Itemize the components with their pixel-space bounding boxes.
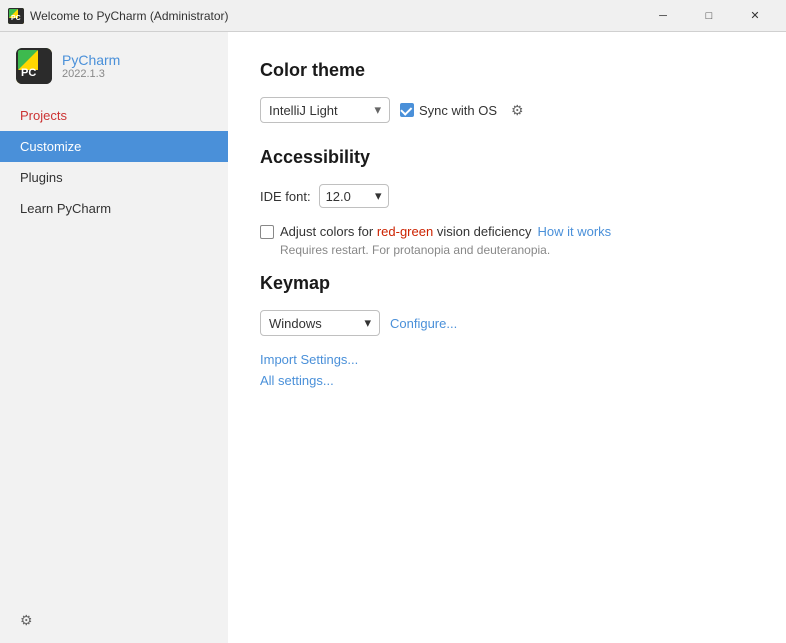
- sidebar-item-learn[interactable]: Learn PyCharm: [0, 193, 228, 224]
- color-deficiency-row: Adjust colors for red-green vision defic…: [260, 224, 754, 239]
- theme-dropdown[interactable]: IntelliJ Light ▾: [260, 97, 390, 123]
- accessibility-title: Accessibility: [260, 147, 754, 168]
- keymap-value: Windows: [269, 316, 322, 331]
- keymap-dropdown[interactable]: Windows ▾: [260, 310, 380, 336]
- theme-dropdown-arrow: ▾: [374, 102, 381, 118]
- app-version: 2022.1.3: [62, 68, 120, 80]
- app-name: PyCharm: [62, 52, 120, 68]
- color-deficiency-checkbox[interactable]: [260, 225, 274, 239]
- keymap-row: Windows ▾ Configure...: [260, 310, 754, 336]
- main-content: Color theme IntelliJ Light ▾ Sync with O…: [228, 32, 786, 643]
- svg-text:PC: PC: [11, 15, 21, 22]
- sync-label[interactable]: Sync with OS: [400, 103, 497, 118]
- all-settings-link[interactable]: All settings...: [260, 373, 754, 388]
- color-deficiency-suffix-text: vision deficiency: [433, 224, 531, 239]
- sidebar-nav: Projects Customize Plugins Learn PyCharm: [0, 100, 228, 598]
- color-deficiency-prefix: Adjust colors for: [280, 224, 377, 239]
- theme-gear-button[interactable]: ⚙: [507, 100, 528, 121]
- ide-font-label: IDE font:: [260, 189, 311, 204]
- sidebar-bottom: ⚙: [0, 598, 228, 643]
- window-controls: ─ □ ✕: [640, 0, 778, 32]
- close-button[interactable]: ✕: [732, 0, 778, 32]
- svg-text:PC: PC: [21, 67, 36, 79]
- window-title: Welcome to PyCharm (Administrator): [30, 9, 640, 23]
- sidebar-item-customize[interactable]: Customize: [0, 131, 228, 162]
- font-size-arrow: ▾: [375, 188, 382, 204]
- configure-link[interactable]: Configure...: [390, 316, 457, 331]
- how-it-works-link[interactable]: How it works: [537, 224, 611, 239]
- sidebar: PC PyCharm 2022.1.3 Projects Customize P…: [0, 32, 228, 643]
- theme-value: IntelliJ Light: [269, 103, 338, 118]
- logo-text: PyCharm 2022.1.3: [62, 52, 120, 80]
- app-icon: PC: [8, 8, 24, 24]
- keymap-arrow: ▾: [364, 315, 371, 331]
- color-deficiency-label: Adjust colors for red-green vision defic…: [280, 224, 531, 239]
- color-theme-title: Color theme: [260, 60, 754, 81]
- sidebar-item-plugins[interactable]: Plugins: [0, 162, 228, 193]
- color-deficiency-red-word: red-green: [377, 224, 433, 239]
- sync-checkbox[interactable]: [400, 103, 414, 117]
- minimize-button[interactable]: ─: [640, 0, 686, 32]
- keymap-title: Keymap: [260, 273, 754, 294]
- font-size-dropdown[interactable]: 12.0 ▾: [319, 184, 389, 208]
- sidebar-item-projects[interactable]: Projects: [0, 100, 228, 131]
- ide-font-row: IDE font: 12.0 ▾: [260, 184, 754, 208]
- title-bar: PC Welcome to PyCharm (Administrator) ─ …: [0, 0, 786, 32]
- maximize-button[interactable]: □: [686, 0, 732, 32]
- sidebar-logo: PC PyCharm 2022.1.3: [0, 40, 228, 100]
- import-settings-link[interactable]: Import Settings...: [260, 352, 754, 367]
- accessibility-hint: Requires restart. For protanopia and deu…: [280, 243, 754, 257]
- sync-label-text: Sync with OS: [419, 103, 497, 118]
- font-size-value: 12.0: [326, 189, 351, 204]
- bottom-links: Import Settings... All settings...: [260, 352, 754, 388]
- sidebar-settings-button[interactable]: ⚙: [16, 608, 37, 633]
- logo-icon: PC: [16, 48, 52, 84]
- app-body: PC PyCharm 2022.1.3 Projects Customize P…: [0, 32, 786, 643]
- color-theme-row: IntelliJ Light ▾ Sync with OS ⚙: [260, 97, 754, 123]
